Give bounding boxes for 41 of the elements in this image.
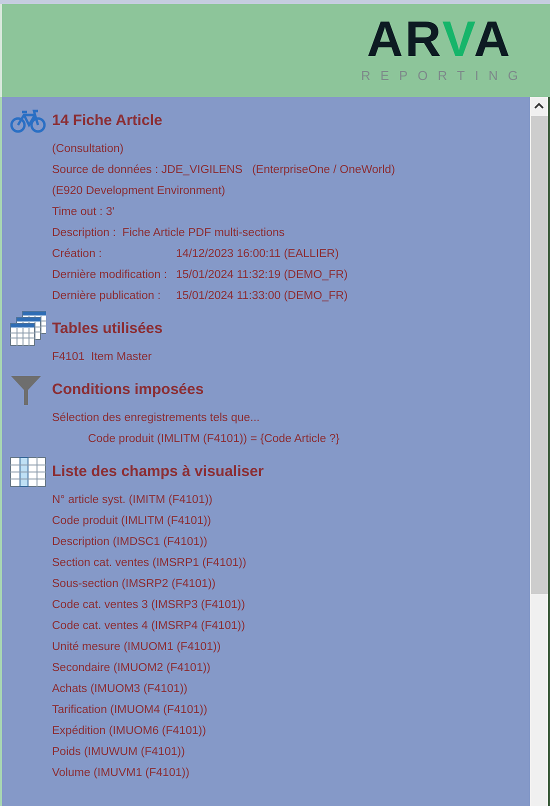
- scroll-up-icon[interactable]: [534, 102, 544, 110]
- info-text: Achats (IMUOM3 (F4101)): [52, 682, 188, 697]
- stacked-tables-icon: [10, 311, 46, 347]
- info-text: Sélection des enregistrements tels que...: [52, 410, 260, 426]
- info-text: Code produit (IMLITM (F4101)): [52, 514, 212, 529]
- info-value: 15/01/2024 11:32:19 (DEMO_FR): [176, 268, 348, 283]
- info-text: Time out : 3': [52, 204, 114, 220]
- info-text: Code cat. ventes 4 (IMSRP4 (F4101)): [52, 618, 246, 634]
- section-title: Conditions imposées: [52, 380, 204, 400]
- info-text: Description : Fiche Article PDF multi-sections: [52, 226, 285, 241]
- info-text: Poids (IMUWUM (F4101)): [52, 744, 185, 760]
- logo-text: ARVA: [366, 14, 512, 64]
- info-text: Section cat. ventes (IMSRP1 (F4101)): [52, 556, 246, 571]
- info-text: Tarification (IMUOM4 (F4101)): [52, 702, 208, 718]
- section-title: 14 Fiche Article: [52, 110, 162, 131]
- info-text: (Consultation): [52, 142, 124, 157]
- scroll-thumb[interactable]: [530, 116, 548, 594]
- info-text: Secondaire (IMUOM2 (F4101)): [52, 660, 210, 676]
- info-text: Code cat. ventes 3 (IMSRP3 (F4101)): [52, 598, 246, 613]
- info-value: 15/01/2024 11:33:00 (DEMO_FR): [176, 288, 348, 304]
- logo-tagline: REPORTING: [360, 67, 528, 85]
- info-label: Dernière modification :: [52, 268, 168, 283]
- info-text: N° article syst. (IMITM (F4101)): [52, 492, 213, 508]
- info-text: F4101 Item Master: [52, 350, 152, 365]
- info-label: Création :: [52, 246, 103, 262]
- info-value: 14/12/2023 16:00:11 (EALLIER): [176, 246, 339, 262]
- info-text: Sous-section (IMSRP2 (F4101)): [52, 576, 216, 592]
- info-text: Unité mesure (IMUOM1 (F4101)): [52, 640, 221, 655]
- section-title: Liste des champs à visualiser: [52, 462, 264, 482]
- info-text: (E920 Development Environment): [52, 184, 226, 199]
- column-grid-icon: [10, 457, 46, 487]
- bicycle-icon: [10, 109, 46, 133]
- scrollbar[interactable]: [530, 97, 550, 806]
- info-text: Expédition (IMUOM6 (F4101)): [52, 724, 206, 739]
- funnel-icon: [10, 374, 42, 406]
- info-text: Volume (IMUVM1 (F4101)): [52, 766, 190, 781]
- info-text: Description (IMDSC1 (F4101)): [52, 534, 208, 550]
- section-title: Tables utilisées: [52, 318, 163, 339]
- info-text: Source de données : JDE_VIGILENS (EnterpriseOne / OneWorld): [52, 162, 396, 178]
- info-label: Dernière publication :: [52, 288, 162, 304]
- condition-text: Code produit (IMLITM (F4101)) = {Code Article ?}: [88, 432, 340, 447]
